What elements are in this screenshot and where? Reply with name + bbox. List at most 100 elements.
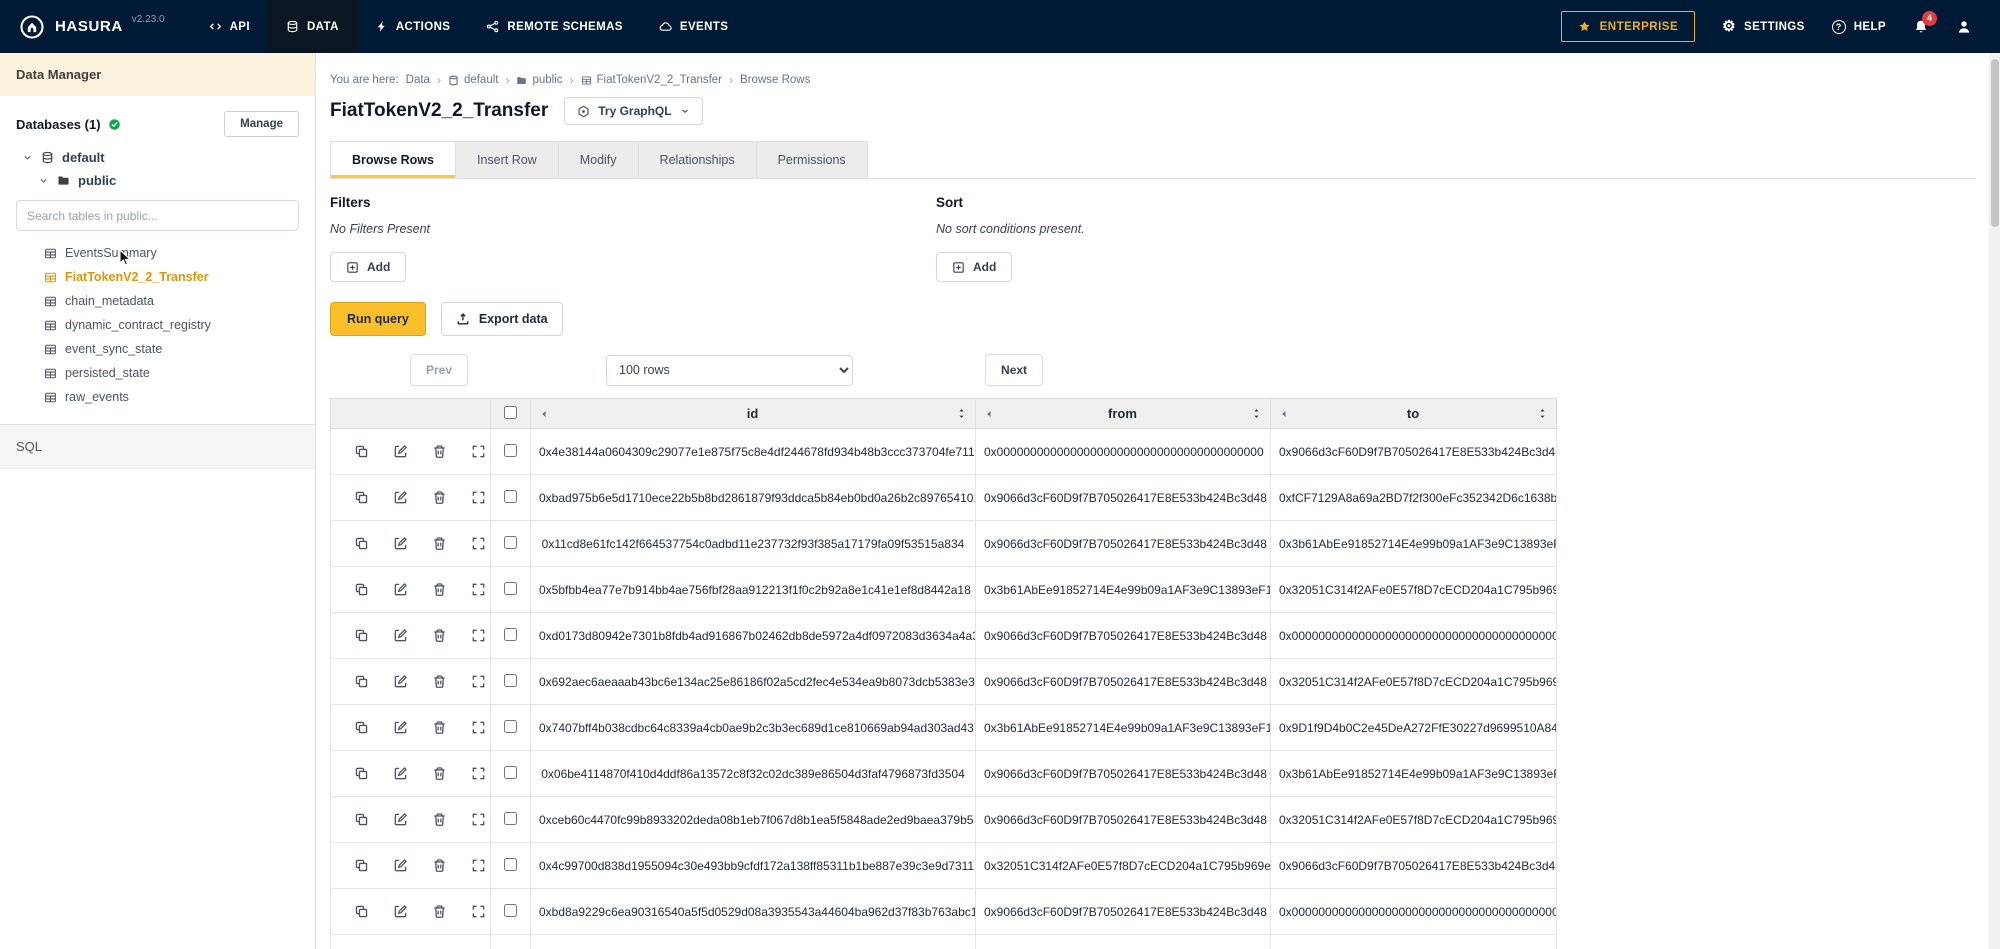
scrollbar-thumb[interactable] <box>1991 59 1999 227</box>
tab-permissions[interactable]: Permissions <box>756 141 868 178</box>
sidebar-section-sql[interactable]: SQL <box>0 424 315 469</box>
run-query-button[interactable]: Run query <box>330 302 426 336</box>
sidebar-table-item[interactable]: raw_events <box>0 385 315 409</box>
delete-row-button[interactable] <box>430 580 449 599</box>
edit-row-button[interactable] <box>391 764 410 783</box>
row-checkbox[interactable] <box>504 812 517 825</box>
sort-column-icon[interactable] <box>956 408 967 419</box>
sidebar-table-item[interactable]: EventsSummary <box>0 241 315 265</box>
sidebar-table-item[interactable]: FiatTokenV2_2_Transfer <box>0 265 315 289</box>
row-checkbox[interactable] <box>504 720 517 733</box>
table-search-input[interactable] <box>16 200 299 231</box>
expand-row-button[interactable] <box>469 856 488 875</box>
sidebar-table-item[interactable]: persisted_state <box>0 361 315 385</box>
expand-row-button[interactable] <box>469 764 488 783</box>
hasura-brand[interactable]: HASURA v2.23.0 <box>0 0 181 53</box>
user-menu-button[interactable] <box>1956 19 1972 35</box>
clone-row-button[interactable] <box>352 764 371 783</box>
delete-row-button[interactable] <box>430 902 449 921</box>
row-checkbox[interactable] <box>504 628 517 641</box>
sort-column-icon[interactable] <box>1537 408 1548 419</box>
tab-browse-rows[interactable]: Browse Rows <box>330 141 456 178</box>
add-sort-button[interactable]: Add <box>936 252 1012 282</box>
edit-row-button[interactable] <box>391 442 410 461</box>
prev-page-button[interactable]: Prev <box>410 354 468 386</box>
clone-row-button[interactable] <box>352 672 371 691</box>
select-all-checkbox[interactable] <box>504 406 517 419</box>
tab-relationships[interactable]: Relationships <box>638 141 757 178</box>
clone-row-button[interactable] <box>352 580 371 599</box>
nav-item-actions[interactable]: ACTIONS <box>357 0 469 53</box>
chevron-down-icon[interactable] <box>22 152 33 163</box>
expand-row-button[interactable] <box>469 488 488 507</box>
collapse-column-icon[interactable] <box>984 409 994 419</box>
next-page-button[interactable]: Next <box>985 354 1043 386</box>
delete-row-button[interactable] <box>430 810 449 829</box>
enterprise-button[interactable]: ENTERPRISE <box>1561 11 1696 42</box>
expand-row-button[interactable] <box>469 580 488 599</box>
expand-row-button[interactable] <box>469 672 488 691</box>
edit-row-button[interactable] <box>391 580 410 599</box>
chevron-down-icon[interactable] <box>38 175 49 186</box>
expand-row-button[interactable] <box>469 810 488 829</box>
export-data-button[interactable]: Export data <box>441 302 563 336</box>
tree-item-public[interactable]: public <box>0 169 315 192</box>
row-checkbox[interactable] <box>504 490 517 503</box>
help-button[interactable]: ? HELP <box>1832 20 1886 34</box>
expand-row-button[interactable] <box>469 626 488 645</box>
clone-row-button[interactable] <box>352 902 371 921</box>
delete-row-button[interactable] <box>430 672 449 691</box>
delete-row-button[interactable] <box>430 488 449 507</box>
rows-per-page-select[interactable]: 100 rows <box>606 355 853 386</box>
breadcrumb-browse-rows[interactable]: Browse Rows <box>740 74 810 86</box>
clone-row-button[interactable] <box>352 718 371 737</box>
edit-row-button[interactable] <box>391 718 410 737</box>
manage-button[interactable]: Manage <box>224 111 299 137</box>
nav-item-events[interactable]: EVENTS <box>641 0 746 53</box>
column-header-to[interactable]: to <box>1271 399 1557 429</box>
clone-row-button[interactable] <box>352 534 371 553</box>
edit-row-button[interactable] <box>391 626 410 645</box>
sidebar-table-item[interactable]: dynamic_contract_registry <box>0 313 315 337</box>
breadcrumb-table[interactable]: FiatTokenV2_2_Transfer <box>581 74 723 86</box>
expand-row-button[interactable] <box>469 718 488 737</box>
edit-row-button[interactable] <box>391 856 410 875</box>
edit-row-button[interactable] <box>391 488 410 507</box>
edit-row-button[interactable] <box>391 672 410 691</box>
delete-row-button[interactable] <box>430 718 449 737</box>
clone-row-button[interactable] <box>352 856 371 875</box>
delete-row-button[interactable] <box>430 626 449 645</box>
delete-row-button[interactable] <box>430 442 449 461</box>
edit-row-button[interactable] <box>391 810 410 829</box>
sort-column-icon[interactable] <box>1251 408 1262 419</box>
clone-row-button[interactable] <box>352 626 371 645</box>
try-graphql-button[interactable]: Try GraphQL <box>564 97 702 125</box>
column-header-id[interactable]: id <box>531 399 976 429</box>
row-checkbox[interactable] <box>504 904 517 917</box>
add-filter-button[interactable]: Add <box>330 252 406 282</box>
collapse-column-icon[interactable] <box>539 409 549 419</box>
expand-row-button[interactable] <box>469 442 488 461</box>
row-checkbox[interactable] <box>504 858 517 871</box>
sidebar-table-item[interactable]: event_sync_state <box>0 337 315 361</box>
collapse-column-icon[interactable] <box>1279 409 1289 419</box>
notifications-button[interactable]: 4 <box>1913 19 1929 35</box>
delete-row-button[interactable] <box>430 764 449 783</box>
settings-button[interactable]: ⚙ SETTINGS <box>1722 19 1805 34</box>
delete-row-button[interactable] <box>430 534 449 553</box>
tab-modify[interactable]: Modify <box>558 141 639 178</box>
row-checkbox[interactable] <box>504 674 517 687</box>
vertical-scrollbar[interactable] <box>1989 53 2000 949</box>
clone-row-button[interactable] <box>352 442 371 461</box>
row-checkbox[interactable] <box>504 766 517 779</box>
breadcrumb-public[interactable]: public <box>516 74 562 86</box>
breadcrumb-data[interactable]: Data <box>406 74 430 86</box>
sidebar-table-item[interactable]: chain_metadata <box>0 289 315 313</box>
expand-row-button[interactable] <box>469 902 488 921</box>
nav-item-api[interactable]: API <box>191 0 268 53</box>
delete-row-button[interactable] <box>430 856 449 875</box>
expand-row-button[interactable] <box>469 534 488 553</box>
row-checkbox[interactable] <box>504 536 517 549</box>
tree-item-default[interactable]: default <box>0 146 315 169</box>
tab-insert-row[interactable]: Insert Row <box>455 141 559 178</box>
